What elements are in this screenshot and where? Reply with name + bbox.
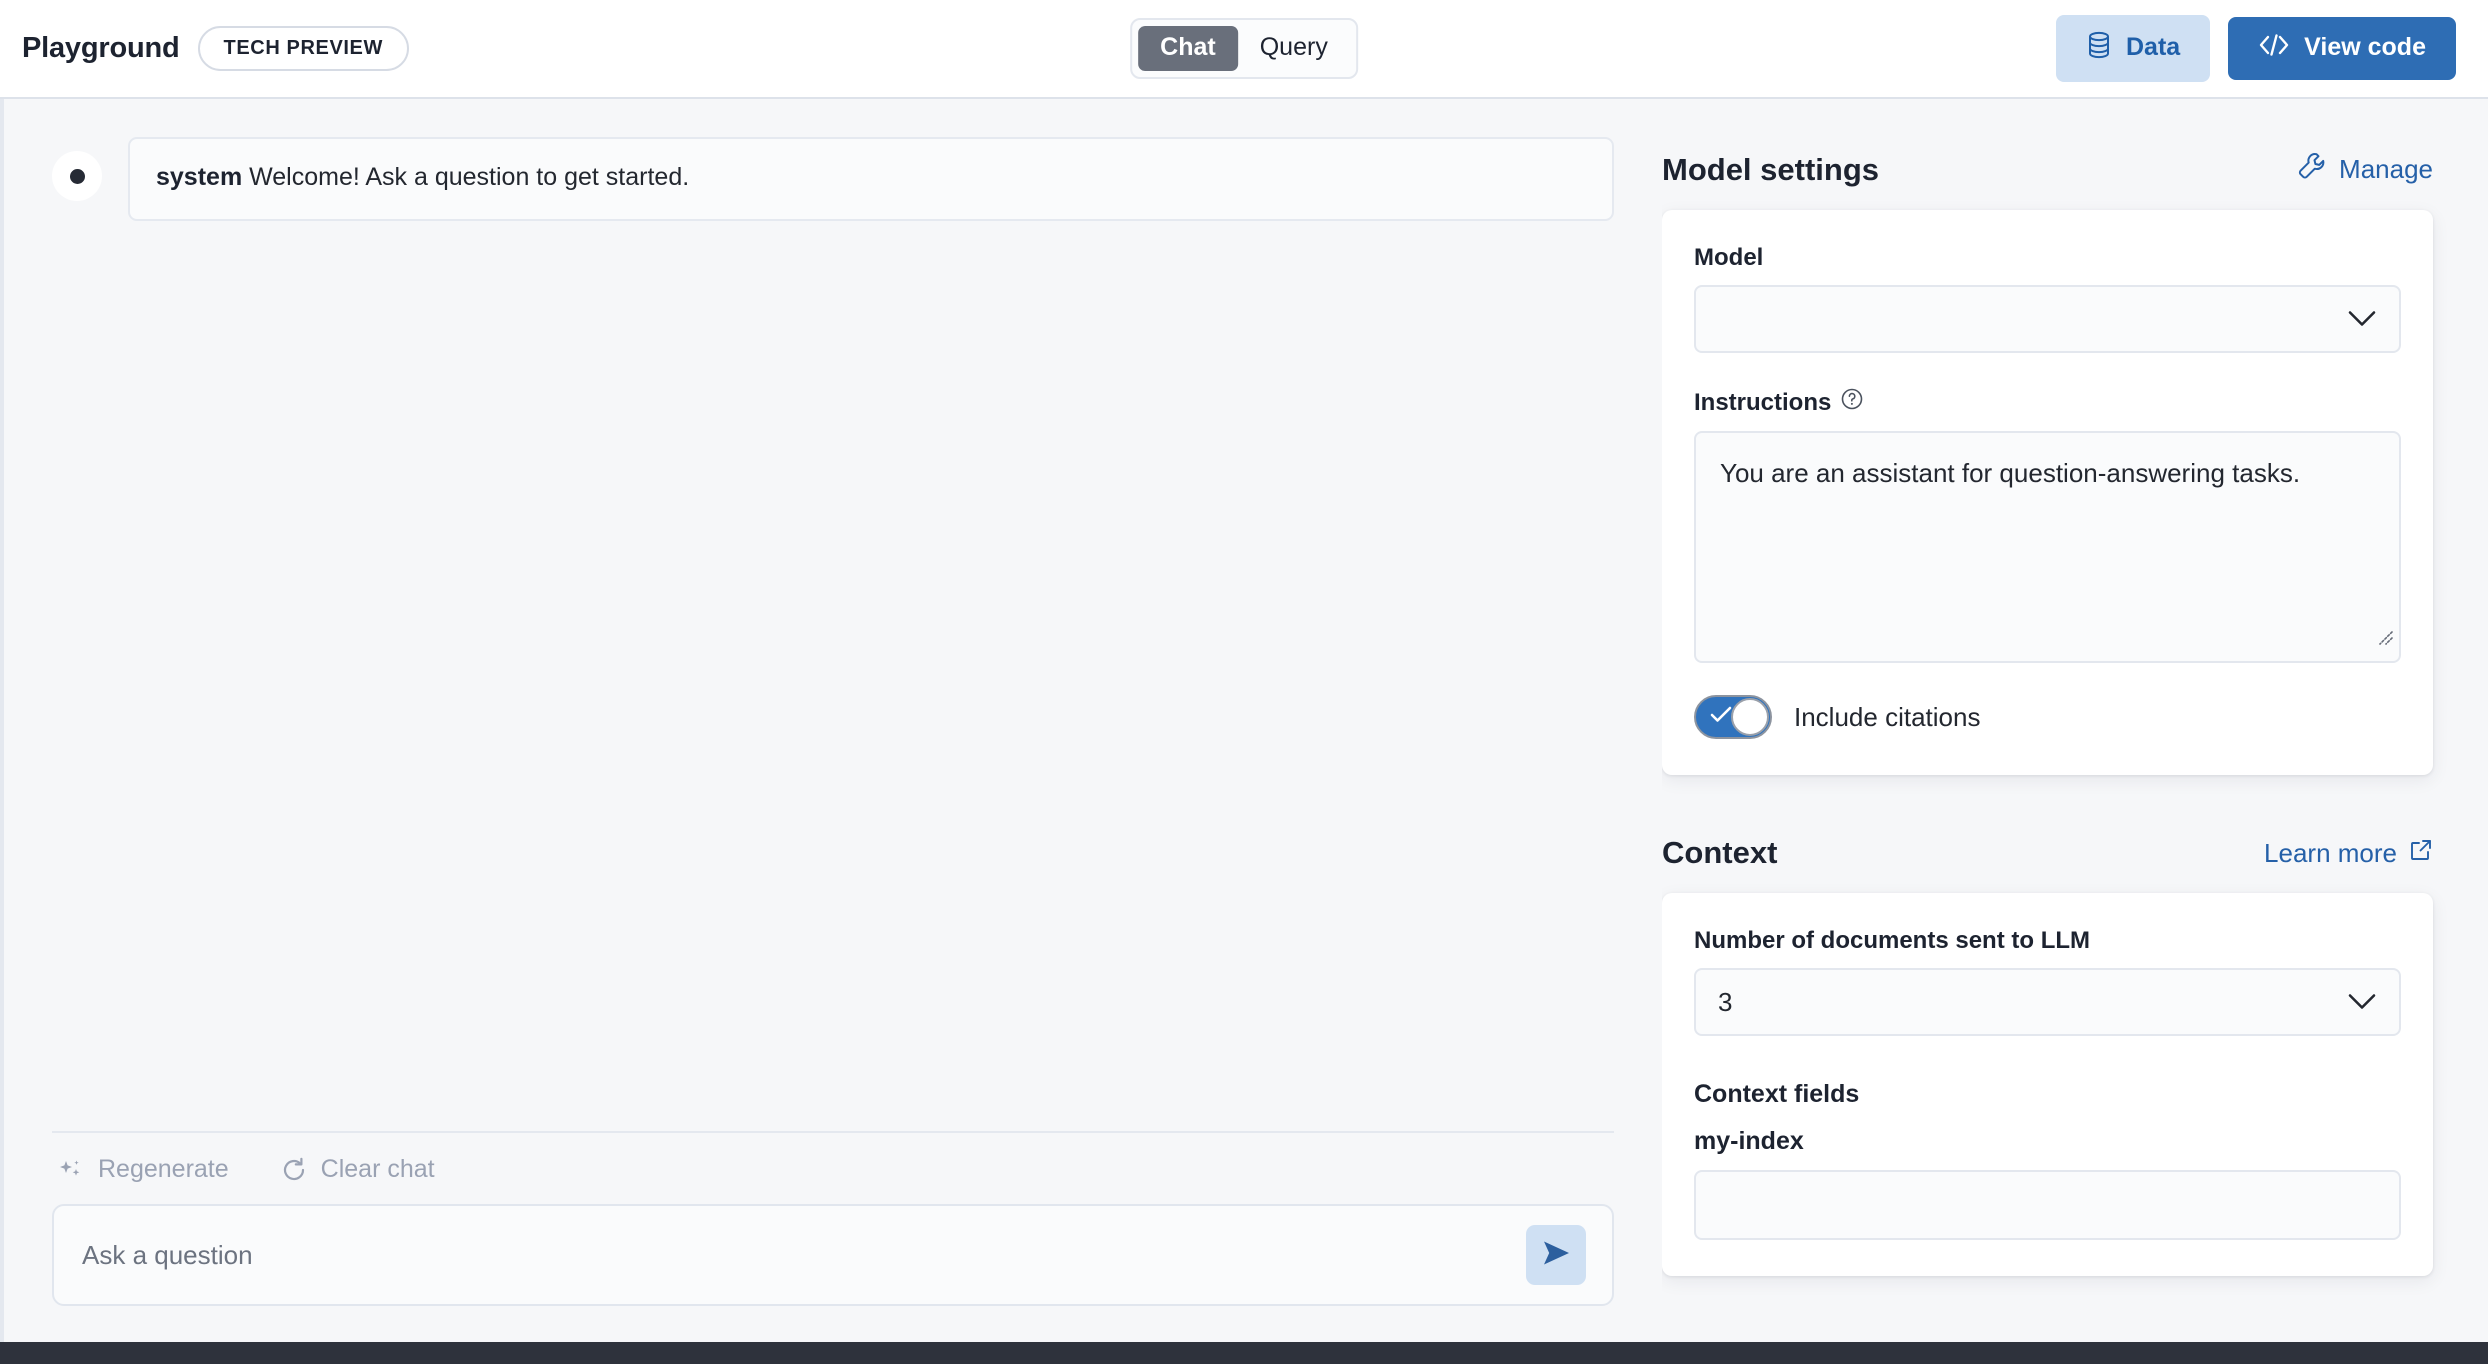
message-role: system [156, 163, 242, 191]
chat-message-list: system Welcome! Ask a question to get st… [4, 99, 1662, 1131]
header-actions: Data View code [2056, 15, 2456, 82]
include-citations-toggle[interactable] [1694, 695, 1772, 739]
code-brackets-icon [2258, 33, 2290, 62]
view-code-button[interactable]: View code [2228, 17, 2456, 80]
tab-chat[interactable]: Chat [1138, 26, 1238, 71]
page-title: Playground [22, 32, 180, 65]
model-settings-card: Model Instructions [1662, 210, 2433, 775]
num-docs-label: Number of documents sent to LLM [1694, 927, 2401, 955]
avatar [52, 151, 102, 201]
manage-link[interactable]: Manage [2297, 151, 2433, 188]
learn-more-label: Learn more [2264, 838, 2397, 869]
sparkles-icon [58, 1157, 84, 1183]
model-select[interactable] [1694, 285, 2401, 353]
tab-query[interactable]: Query [1238, 26, 1350, 71]
help-circle-icon[interactable] [1840, 387, 1864, 418]
chat-panel: system Welcome! Ask a question to get st… [0, 99, 1662, 1364]
model-label-text: Model [1694, 244, 1763, 272]
refresh-icon [281, 1157, 307, 1183]
context-fields-label: Context fields [1694, 1080, 2401, 1109]
num-docs-select[interactable]: 3 [1694, 968, 2401, 1036]
chat-actions-wrap: Regenerate Clear chat [4, 1131, 1662, 1204]
check-icon [1710, 706, 1732, 729]
context-header: Context Learn more [1662, 775, 2433, 893]
data-button[interactable]: Data [2056, 15, 2210, 82]
chevron-down-icon [2347, 304, 2377, 335]
model-settings-title: Model settings [1662, 152, 1879, 188]
include-citations-row: Include citations [1694, 695, 2401, 739]
regenerate-button[interactable]: Regenerate [58, 1155, 229, 1184]
regenerate-label: Regenerate [98, 1155, 229, 1184]
instructions-label-text: Instructions [1694, 389, 1831, 417]
bottom-status-bar [0, 1342, 2488, 1364]
data-button-label: Data [2126, 35, 2180, 60]
context-title: Context [1662, 835, 1777, 871]
view-code-button-label: View code [2304, 35, 2426, 60]
message-bubble: system Welcome! Ask a question to get st… [128, 137, 1614, 221]
send-icon [1539, 1238, 1573, 1273]
toggle-knob [1731, 698, 1769, 736]
num-docs-label-text: Number of documents sent to LLM [1694, 927, 2090, 955]
context-field-input[interactable] [1694, 1170, 2401, 1240]
avatar-dot-icon [70, 169, 85, 184]
num-docs-value: 3 [1718, 987, 1732, 1018]
index-name-label: my-index [1694, 1127, 2401, 1156]
clear-chat-button[interactable]: Clear chat [281, 1155, 435, 1184]
settings-panel: Model settings Manage Model [1662, 99, 2488, 1364]
learn-more-link[interactable]: Learn more [2264, 838, 2433, 869]
app-header: Playground TECH PREVIEW Chat Query Data [0, 0, 2488, 99]
app-body: system Welcome! Ask a question to get st… [0, 99, 2488, 1364]
chat-actions: Regenerate Clear chat [52, 1133, 1614, 1204]
include-citations-label: Include citations [1794, 702, 1980, 733]
mode-tabs: Chat Query [1130, 18, 1358, 79]
chat-input-container[interactable]: Ask a question [52, 1204, 1614, 1306]
chevron-down-icon [2347, 987, 2377, 1018]
chat-message: system Welcome! Ask a question to get st… [52, 137, 1614, 221]
instructions-textarea[interactable]: You are an assistant for question-answer… [1694, 431, 2401, 663]
wrench-icon [2297, 151, 2327, 188]
context-card: Number of documents sent to LLM 3 Contex… [1662, 893, 2433, 1276]
clear-chat-label: Clear chat [321, 1155, 435, 1184]
header-left-group: Playground TECH PREVIEW [22, 26, 409, 71]
resize-handle-icon[interactable] [2374, 619, 2394, 657]
model-settings-header: Model settings Manage [1662, 99, 2433, 210]
message-text: Welcome! Ask a question to get started. [249, 163, 689, 191]
model-label: Model [1694, 244, 2401, 272]
instructions-value: You are an assistant for question-answer… [1720, 458, 2300, 488]
database-icon [2086, 31, 2112, 64]
external-link-icon [2409, 838, 2433, 869]
chat-input-placeholder: Ask a question [82, 1240, 253, 1271]
instructions-label: Instructions [1694, 387, 2401, 418]
playground-app: Playground TECH PREVIEW Chat Query Data [0, 0, 2488, 1364]
composer-wrap: Ask a question [4, 1204, 1662, 1364]
manage-link-label: Manage [2339, 154, 2433, 185]
left-edge-divider [0, 99, 4, 1364]
tech-preview-badge: TECH PREVIEW [198, 26, 409, 71]
send-button[interactable] [1526, 1225, 1586, 1285]
